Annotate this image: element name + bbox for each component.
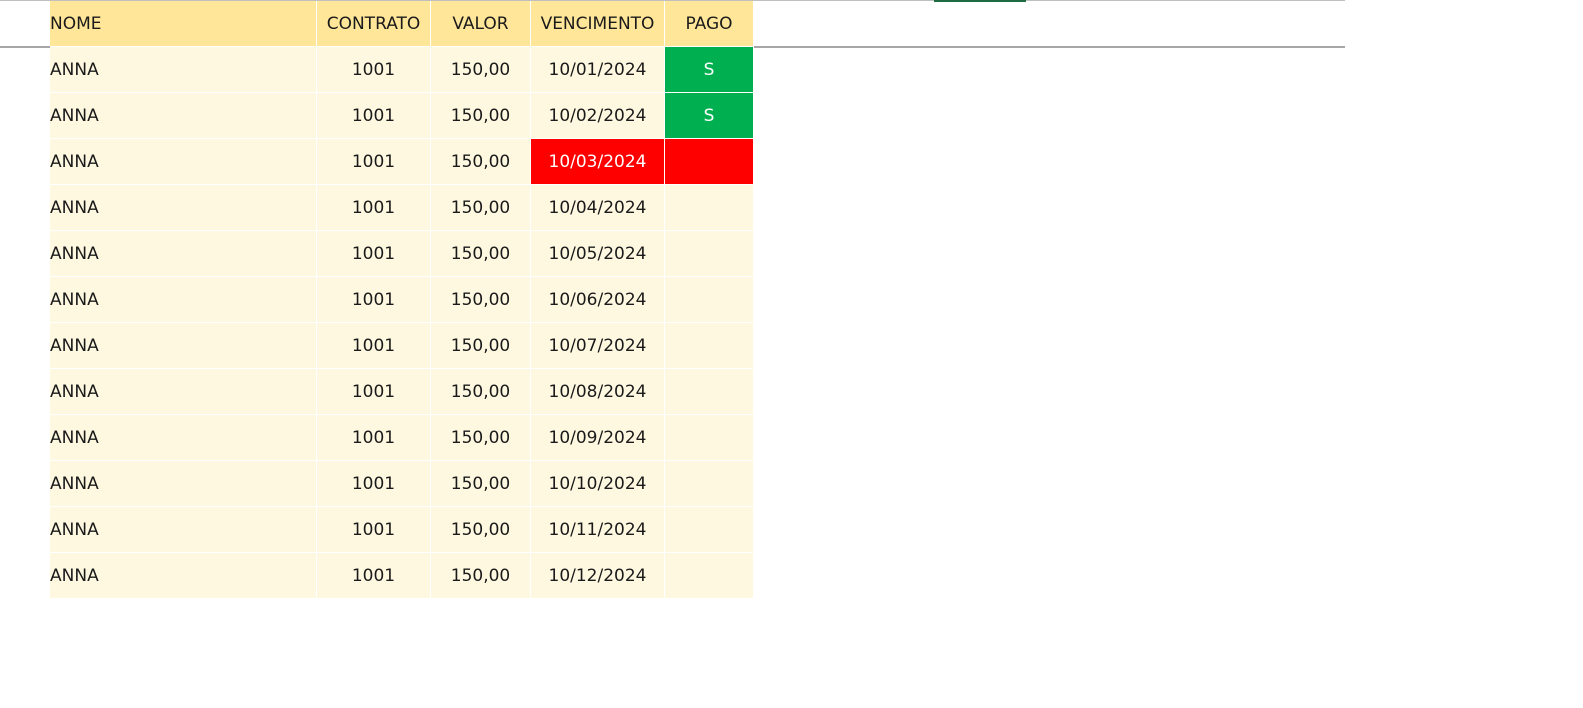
- header-cell-valor[interactable]: VALOR: [430, 1, 531, 47]
- table-row: ANNA 1001 150,00 10/04/2024: [50, 184, 754, 231]
- cell-contrato[interactable]: 1001: [316, 92, 431, 139]
- table-row: ANNA 1001 150,00 10/05/2024: [50, 230, 754, 277]
- cell-contrato[interactable]: 1001: [316, 552, 431, 599]
- table-row: ANNA 1001 150,00 10/12/2024: [50, 552, 754, 599]
- cell-contrato[interactable]: 1001: [316, 276, 431, 323]
- table-row: ANNA 1001 150,00 10/09/2024: [50, 414, 754, 461]
- cell-pago[interactable]: [664, 414, 754, 461]
- cell-vencimento[interactable]: 10/04/2024: [530, 184, 665, 231]
- cell-nome[interactable]: ANNA: [50, 276, 317, 323]
- cell-vencimento[interactable]: 10/07/2024: [530, 322, 665, 369]
- cell-vencimento[interactable]: 10/12/2024: [530, 552, 665, 599]
- table-row: ANNA 1001 150,00 10/03/2024: [50, 138, 754, 185]
- cell-valor[interactable]: 150,00: [430, 552, 531, 599]
- cell-contrato[interactable]: 1001: [316, 184, 431, 231]
- cell-valor[interactable]: 150,00: [430, 460, 531, 507]
- cell-vencimento[interactable]: 10/06/2024: [530, 276, 665, 323]
- cell-valor[interactable]: 150,00: [430, 368, 531, 415]
- header-cell-contrato[interactable]: CONTRATO: [316, 1, 431, 47]
- table-row: ANNA 1001 150,00 10/08/2024: [50, 368, 754, 415]
- cell-nome[interactable]: ANNA: [50, 230, 317, 277]
- cell-valor[interactable]: 150,00: [430, 506, 531, 553]
- cell-contrato[interactable]: 1001: [316, 506, 431, 553]
- cell-vencimento[interactable]: 10/05/2024: [530, 230, 665, 277]
- cell-nome[interactable]: ANNA: [50, 92, 317, 139]
- cell-contrato[interactable]: 1001: [316, 322, 431, 369]
- header-row: NOME CONTRATO VALOR VENCIMENTO PAGO: [50, 1, 754, 47]
- table-row: ANNA 1001 150,00 10/11/2024: [50, 506, 754, 553]
- cell-valor[interactable]: 150,00: [430, 92, 531, 139]
- table-body: ANNA 1001 150,00 10/01/2024 S ANNA 1001 150,00 1…: [50, 46, 754, 599]
- cell-contrato[interactable]: 1001: [316, 414, 431, 461]
- cell-contrato[interactable]: 1001: [316, 138, 431, 185]
- cell-nome[interactable]: ANNA: [50, 46, 317, 93]
- table-row: ANNA 1001 150,00 10/07/2024: [50, 322, 754, 369]
- cell-valor[interactable]: 150,00: [430, 322, 531, 369]
- header-cell-nome[interactable]: NOME: [50, 1, 317, 47]
- table-row: ANNA 1001 150,00 10/10/2024: [50, 460, 754, 507]
- header-cell-vencimento[interactable]: VENCIMENTO: [530, 1, 665, 47]
- cell-pago[interactable]: S: [664, 92, 754, 139]
- cell-pago[interactable]: [664, 184, 754, 231]
- cell-contrato[interactable]: 1001: [316, 460, 431, 507]
- cell-vencimento[interactable]: 10/08/2024: [530, 368, 665, 415]
- spreadsheet-table: NOME CONTRATO VALOR VENCIMENTO PAGO ANNA…: [50, 1, 754, 599]
- cell-vencimento[interactable]: 10/03/2024: [530, 138, 665, 185]
- cell-nome[interactable]: ANNA: [50, 138, 317, 185]
- cell-nome[interactable]: ANNA: [50, 506, 317, 553]
- cell-nome[interactable]: ANNA: [50, 460, 317, 507]
- table-row: ANNA 1001 150,00 10/06/2024: [50, 276, 754, 323]
- cell-vencimento[interactable]: 10/10/2024: [530, 460, 665, 507]
- cell-vencimento[interactable]: 10/02/2024: [530, 92, 665, 139]
- cell-contrato[interactable]: 1001: [316, 46, 431, 93]
- cell-vencimento[interactable]: 10/11/2024: [530, 506, 665, 553]
- cell-nome[interactable]: ANNA: [50, 184, 317, 231]
- cell-contrato[interactable]: 1001: [316, 230, 431, 277]
- cell-valor[interactable]: 150,00: [430, 230, 531, 277]
- cell-contrato[interactable]: 1001: [316, 368, 431, 415]
- cell-nome[interactable]: ANNA: [50, 414, 317, 461]
- cell-pago[interactable]: [664, 138, 754, 185]
- cell-pago[interactable]: [664, 322, 754, 369]
- table-row: ANNA 1001 150,00 10/02/2024 S: [50, 92, 754, 139]
- cell-vencimento[interactable]: 10/09/2024: [530, 414, 665, 461]
- header-cell-pago[interactable]: PAGO: [664, 1, 754, 47]
- cell-valor[interactable]: 150,00: [430, 276, 531, 323]
- cell-valor[interactable]: 150,00: [430, 184, 531, 231]
- cell-pago[interactable]: [664, 368, 754, 415]
- selected-column-indicator: [934, 0, 1026, 2]
- cell-nome[interactable]: ANNA: [50, 322, 317, 369]
- cell-valor[interactable]: 150,00: [430, 46, 531, 93]
- cell-nome[interactable]: ANNA: [50, 552, 317, 599]
- cell-pago[interactable]: [664, 552, 754, 599]
- cell-pago[interactable]: [664, 460, 754, 507]
- cell-pago[interactable]: [664, 506, 754, 553]
- cell-nome[interactable]: ANNA: [50, 368, 317, 415]
- cell-pago[interactable]: [664, 230, 754, 277]
- cell-vencimento[interactable]: 10/01/2024: [530, 46, 665, 93]
- cell-pago[interactable]: [664, 276, 754, 323]
- cell-valor[interactable]: 150,00: [430, 414, 531, 461]
- cell-pago[interactable]: S: [664, 46, 754, 93]
- table-row: ANNA 1001 150,00 10/01/2024 S: [50, 46, 754, 93]
- cell-valor[interactable]: 150,00: [430, 138, 531, 185]
